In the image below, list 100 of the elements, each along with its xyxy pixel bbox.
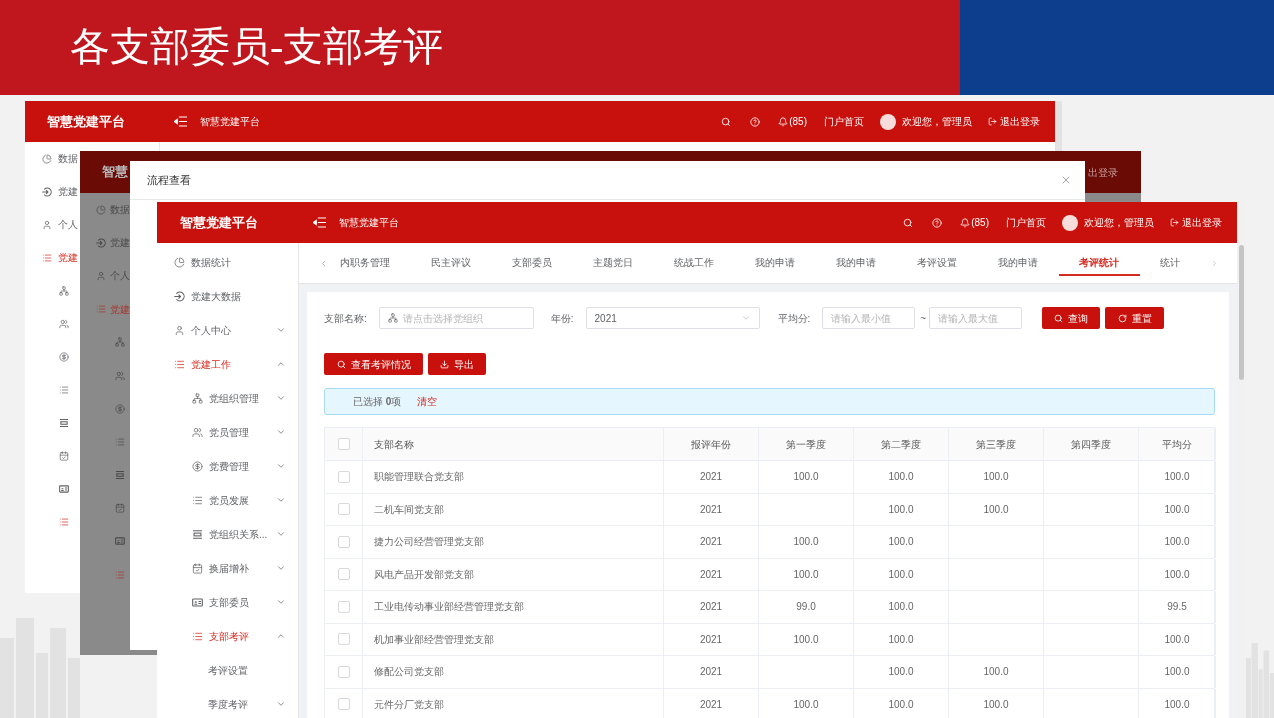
sidebar-item[interactable]: 考评设置 xyxy=(157,653,298,687)
query-button[interactable]: 查询 xyxy=(1042,307,1101,329)
sidebar-item[interactable]: 党建 xyxy=(42,250,78,265)
tab[interactable]: 考评统计 xyxy=(1058,243,1140,276)
notification-button[interactable]: (85) xyxy=(778,114,807,129)
sidebar-item[interactable]: 支部委员 xyxy=(157,585,298,619)
list-icon[interactable] xyxy=(59,516,69,527)
avatar[interactable] xyxy=(1062,214,1078,231)
tab[interactable]: 统战工作 xyxy=(653,243,735,276)
sidebar-item[interactable]: 数据统计 xyxy=(157,245,298,279)
users-icon[interactable] xyxy=(59,318,69,329)
tab[interactable]: 支部委员 xyxy=(491,243,573,276)
checkbox[interactable] xyxy=(337,633,350,646)
sidebar-item[interactable]: 党员发展 xyxy=(157,483,298,517)
sidebar-item[interactable]: 党组织关系... xyxy=(157,517,298,551)
checkbox[interactable] xyxy=(337,698,350,711)
export-button[interactable]: 导出 xyxy=(428,353,486,375)
tab[interactable]: 内职务管理 xyxy=(334,243,411,276)
sidebar-item[interactable]: 个人中心 xyxy=(157,313,298,347)
dollar-icon[interactable] xyxy=(59,351,69,362)
max-score-input[interactable]: 请输入最大值 xyxy=(929,307,1023,329)
sidebar-item[interactable]: 党建大数据 xyxy=(157,279,298,313)
search-icon xyxy=(1054,313,1064,323)
table-cell: 100.0 xyxy=(759,623,854,655)
checkbox[interactable] xyxy=(337,470,350,483)
users-icon[interactable] xyxy=(115,370,125,381)
chevron-right-icon[interactable] xyxy=(1210,259,1219,268)
menu-toggle-icon[interactable] xyxy=(174,116,187,127)
help-icon[interactable] xyxy=(750,116,761,127)
id-card-icon[interactable] xyxy=(59,483,69,494)
list-icon[interactable] xyxy=(115,569,125,580)
sidebar-item[interactable]: 党组织管理 xyxy=(157,381,298,415)
dollar-icon[interactable] xyxy=(115,403,125,414)
checkbox[interactable] xyxy=(337,438,350,450)
tab[interactable]: 考评设置 xyxy=(896,243,978,276)
org-chart-icon[interactable] xyxy=(59,285,69,296)
tab[interactable]: 主题党日 xyxy=(572,243,654,276)
dollar-icon xyxy=(192,460,203,472)
list-icon[interactable] xyxy=(115,436,125,447)
search-icon xyxy=(336,359,346,369)
calendar-icon[interactable] xyxy=(59,450,69,461)
checkbox[interactable] xyxy=(337,600,350,613)
chevron-left-icon[interactable] xyxy=(319,259,328,268)
table-cell: 修配公司党支部 xyxy=(363,656,664,688)
portal-link[interactable]: 门户首页 xyxy=(1006,215,1046,230)
tab[interactable]: 统计 xyxy=(1139,243,1201,276)
help-icon[interactable] xyxy=(932,217,943,228)
search-icon[interactable] xyxy=(721,116,732,127)
scrollbar-thumb[interactable] xyxy=(1239,245,1244,380)
app-logo[interactable]: 智慧 xyxy=(102,162,128,182)
close-icon[interactable] xyxy=(1060,174,1072,186)
id-card-icon[interactable] xyxy=(115,536,125,547)
sidebar-item[interactable]: 党员管理 xyxy=(157,415,298,449)
sidebar-item[interactable]: 支部考评 xyxy=(157,619,298,653)
sidebar-item[interactable]: 季度考评 xyxy=(157,687,298,718)
logout-button[interactable]: 退出登录 xyxy=(1170,215,1222,230)
slide-title: 各支部委员-支部考评 xyxy=(70,22,444,71)
sidebar-item[interactable]: 党费管理 xyxy=(157,449,298,483)
sidebar-item[interactable]: 党建 xyxy=(42,184,78,199)
sidebar-item[interactable]: 换届增补 xyxy=(157,551,298,585)
year-select[interactable]: 2021 xyxy=(585,307,760,329)
logout-link[interactable]: 出登录 xyxy=(1088,164,1118,180)
clear-link[interactable]: 清空 xyxy=(417,394,438,409)
logout-button[interactable]: 退出登录 xyxy=(988,114,1040,129)
avatar[interactable] xyxy=(880,113,896,130)
table-cell: 100.0 xyxy=(854,623,949,655)
portal-link[interactable]: 门户首页 xyxy=(824,114,864,129)
reset-button[interactable]: 重置 xyxy=(1105,307,1165,329)
rows-icon[interactable] xyxy=(59,417,69,428)
id-card-icon xyxy=(192,596,203,608)
download-icon xyxy=(440,359,449,369)
checkbox[interactable] xyxy=(337,503,350,516)
list-icon[interactable] xyxy=(59,384,69,395)
checkbox[interactable] xyxy=(337,568,350,581)
org-chart-icon[interactable] xyxy=(115,337,125,348)
notification-button[interactable]: (85) xyxy=(960,215,989,230)
field-label: 年份: xyxy=(550,311,574,326)
column-header: 第三季度 xyxy=(949,428,1044,460)
app-logo[interactable]: 智慧党建平台 xyxy=(47,111,125,132)
list-icon xyxy=(96,304,106,315)
min-score-input[interactable]: 请输入最小值 xyxy=(822,307,916,329)
sidebar-item[interactable]: 党建工作 xyxy=(157,347,298,381)
sidebar-item[interactable]: 数据 xyxy=(42,151,78,166)
checkbox[interactable] xyxy=(337,665,350,678)
calendar-icon[interactable] xyxy=(115,503,125,514)
field-label: 支部名称: xyxy=(324,311,367,326)
tab[interactable]: 我的申请 xyxy=(977,243,1059,276)
rows-icon[interactable] xyxy=(115,470,125,481)
checkbox[interactable] xyxy=(337,535,350,548)
search-icon[interactable] xyxy=(903,217,914,228)
tab[interactable]: 我的申请 xyxy=(734,243,816,276)
app-logo[interactable]: 智慧党建平台 xyxy=(180,212,258,233)
menu-toggle-icon[interactable] xyxy=(313,217,326,228)
sidebar-item[interactable]: 个人 xyxy=(42,217,78,232)
tab[interactable]: 我的申请 xyxy=(815,243,897,276)
table-cell: 100.0 xyxy=(1139,526,1216,558)
table-cell: 100.0 xyxy=(759,461,854,493)
tab[interactable]: 民主评议 xyxy=(410,243,492,276)
circle-arrow-icon xyxy=(96,237,106,248)
view-evaluation-button[interactable]: 查看考评情况 xyxy=(324,353,423,375)
